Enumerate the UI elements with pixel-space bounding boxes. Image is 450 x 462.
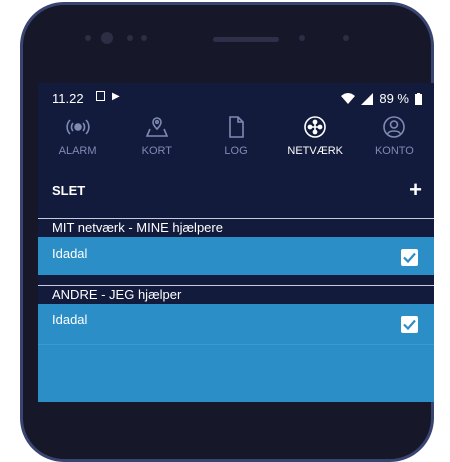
account-icon xyxy=(383,116,406,138)
notification-icon xyxy=(96,91,105,101)
list-item[interactable]: Idadal xyxy=(38,304,434,345)
tab-log[interactable]: LOG xyxy=(196,111,275,167)
checkbox[interactable] xyxy=(401,249,418,266)
signal-icon xyxy=(361,92,374,105)
section-header-my-network: MIT netværk - MINE hjælpere xyxy=(38,218,434,237)
sensor-icon xyxy=(343,35,349,41)
action-toolbar: SLET + xyxy=(38,177,434,203)
cast-icon: ▶ xyxy=(112,91,120,102)
delete-button[interactable]: SLET xyxy=(52,183,85,198)
tab-konto[interactable]: KONTO xyxy=(355,111,434,167)
tab-label: ALARM xyxy=(58,145,97,157)
tab-bar: ALARM KORT LOG NETVÆRK KONTO xyxy=(38,111,434,167)
tab-kort[interactable]: KORT xyxy=(117,111,196,167)
network-icon xyxy=(304,116,327,138)
tab-alarm[interactable]: ALARM xyxy=(38,111,117,167)
app-screen: 11.22 ▶ 89 % ALARM KORT LOG NETVÆRK KONT… xyxy=(38,83,434,402)
earpiece-speaker xyxy=(213,37,279,42)
section-header-others: ANDRE - JEG hjælper xyxy=(38,285,434,304)
sensor-icon xyxy=(141,35,147,41)
document-icon xyxy=(229,116,244,138)
status-bar: 11.22 ▶ 89 % xyxy=(38,83,434,110)
wifi-icon xyxy=(341,92,356,104)
checkmark-icon xyxy=(403,252,416,263)
status-right: 89 % xyxy=(341,91,422,106)
tab-label: LOG xyxy=(224,145,248,157)
tab-label: NETVÆRK xyxy=(287,145,344,157)
list-empty-area xyxy=(38,345,434,402)
helper-name: Idadal xyxy=(52,312,88,327)
checkbox[interactable] xyxy=(401,316,418,333)
battery-percent: 89 % xyxy=(379,91,409,106)
list-item[interactable]: Idadal xyxy=(38,237,434,275)
status-time: 11.22 xyxy=(52,91,84,106)
tab-netvaerk[interactable]: NETVÆRK xyxy=(276,111,355,167)
proximity-sensor-icon xyxy=(299,35,305,41)
add-button[interactable]: + xyxy=(409,177,422,203)
sensor-icon xyxy=(85,35,91,41)
helper-name: Idadal xyxy=(52,246,88,261)
tab-label: KORT xyxy=(141,145,172,157)
battery-icon xyxy=(415,92,422,105)
tab-label: KONTO xyxy=(374,145,414,157)
checkmark-icon xyxy=(403,319,416,330)
sensor-icon xyxy=(127,35,133,41)
front-camera-icon xyxy=(101,32,113,44)
map-icon xyxy=(145,117,169,137)
alarm-icon xyxy=(65,119,90,135)
